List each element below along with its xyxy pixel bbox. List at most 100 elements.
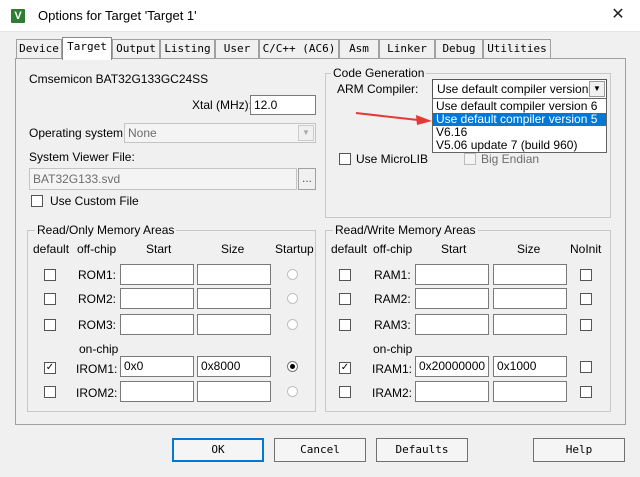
tab-device[interactable]: Device (16, 39, 62, 58)
rom1-label: ROM1: (78, 268, 117, 282)
ram1-label: RAM1: (374, 268, 411, 282)
custom-file-checkbox[interactable] (31, 195, 43, 207)
irom1-default-checkbox[interactable]: ✓ (44, 362, 56, 374)
irom1-size-input[interactable]: 0x8000 (197, 356, 271, 377)
cancel-button[interactable]: Cancel (274, 438, 366, 462)
irom1-label: IROM1: (76, 362, 118, 376)
iram1-label: IRAM1: (372, 362, 413, 376)
iram2-size-input[interactable] (493, 381, 567, 402)
svd-browse-button[interactable]: ... (298, 168, 316, 190)
ro-header-default: default (33, 242, 70, 256)
rom3-size-input[interactable] (197, 314, 271, 335)
irom2-startup-radio[interactable] (287, 386, 298, 397)
compiler-option-v5-06[interactable]: V5.06 update 7 (build 960) (433, 139, 606, 152)
ro-header-size: Size (221, 242, 245, 256)
ro-memory-title: Read/Only Memory Areas (35, 223, 177, 237)
tab-listing[interactable]: Listing (160, 39, 215, 58)
os-value: None (128, 126, 157, 140)
title-bar: V Options for Target 'Target 1' ✕ (0, 0, 640, 32)
chevron-down-icon: ▼ (298, 125, 314, 141)
iram1-size-input[interactable]: 0x1000 (493, 356, 567, 377)
arm-compiler-label: ARM Compiler: (337, 82, 419, 96)
arm-compiler-value: Use default compiler version 6 (437, 82, 599, 96)
ram2-default-checkbox[interactable] (339, 293, 351, 305)
tab-cpp[interactable]: C/C++ (AC6) (259, 39, 339, 58)
ro-header-start: Start (146, 242, 172, 256)
ram2-noinit-checkbox[interactable] (580, 293, 592, 305)
close-icon[interactable]: ✕ (606, 4, 630, 26)
ram1-size-input[interactable] (493, 264, 567, 285)
rom1-default-checkbox[interactable] (44, 269, 56, 281)
irom2-start-input[interactable] (120, 381, 194, 402)
rw-header-noinit: NoInit (570, 242, 602, 256)
ro-header-startup: Startup (275, 242, 314, 256)
ram3-label: RAM3: (374, 318, 411, 332)
ram3-size-input[interactable] (493, 314, 567, 335)
irom1-start-input[interactable]: 0x0 (120, 356, 194, 377)
iram1-start-input[interactable]: 0x20000000 (415, 356, 489, 377)
rom2-size-input[interactable] (197, 288, 271, 309)
big-endian-checkbox[interactable] (464, 153, 476, 165)
defaults-button[interactable]: Defaults (376, 438, 468, 462)
iram2-default-checkbox[interactable] (339, 386, 351, 398)
ram1-start-input[interactable] (415, 264, 489, 285)
ro-onchip-label: on-chip (79, 342, 119, 356)
tab-user[interactable]: User (215, 39, 259, 58)
irom2-label: IROM2: (76, 386, 118, 400)
rw-header-offchip: off-chip (373, 242, 413, 256)
arm-compiler-select[interactable]: Use default compiler version 6 ▼ (432, 79, 607, 99)
tab-asm[interactable]: Asm (339, 39, 379, 58)
rom2-startup-radio[interactable] (287, 293, 298, 304)
iram2-noinit-checkbox[interactable] (580, 386, 592, 398)
device-name: Cmsemicon BAT32G133GC24SS (29, 72, 209, 86)
ram2-size-input[interactable] (493, 288, 567, 309)
irom1-startup-radio[interactable] (287, 361, 298, 372)
tab-linker[interactable]: Linker (379, 39, 435, 58)
rom1-start-input[interactable] (120, 264, 194, 285)
rom2-label: ROM2: (78, 292, 117, 306)
ram2-label: RAM2: (374, 292, 411, 306)
ram3-start-input[interactable] (415, 314, 489, 335)
ram2-start-input[interactable] (415, 288, 489, 309)
code-generation-title: Code Generation (331, 66, 427, 80)
tab-output[interactable]: Output (112, 39, 160, 58)
tab-utilities[interactable]: Utilities (483, 39, 551, 58)
svd-label: System Viewer File: (29, 150, 135, 164)
help-button[interactable]: Help (533, 438, 625, 462)
rw-header-start: Start (441, 242, 467, 256)
rom1-size-input[interactable] (197, 264, 271, 285)
os-label: Operating system: (29, 126, 127, 140)
irom2-size-input[interactable] (197, 381, 271, 402)
ro-header-offchip: off-chip (77, 242, 117, 256)
rw-header-default: default (331, 242, 368, 256)
ram3-noinit-checkbox[interactable] (580, 319, 592, 331)
iram2-start-input[interactable] (415, 381, 489, 402)
svd-input[interactable]: BAT32G133.svd (29, 168, 297, 190)
iram1-default-checkbox[interactable]: ✓ (339, 362, 351, 374)
xtal-input[interactable]: 12.0 (250, 95, 316, 115)
ram1-noinit-checkbox[interactable] (580, 269, 592, 281)
rom1-startup-radio[interactable] (287, 269, 298, 280)
custom-file-label: Use Custom File (50, 194, 139, 208)
ram3-default-checkbox[interactable] (339, 319, 351, 331)
rom3-default-checkbox[interactable] (44, 319, 56, 331)
ram1-default-checkbox[interactable] (339, 269, 351, 281)
window-title: Options for Target 'Target 1' (38, 8, 197, 23)
microlib-label: Use MicroLIB (356, 152, 429, 166)
tab-target[interactable]: Target (62, 37, 112, 60)
iram2-label: IRAM2: (372, 386, 413, 400)
rom2-start-input[interactable] (120, 288, 194, 309)
microlib-checkbox[interactable] (339, 153, 351, 165)
rom2-default-checkbox[interactable] (44, 293, 56, 305)
rw-onchip-label: on-chip (373, 342, 413, 356)
xtal-label: Xtal (MHz): (192, 98, 252, 112)
rom3-label: ROM3: (78, 318, 117, 332)
irom2-default-checkbox[interactable] (44, 386, 56, 398)
tab-debug[interactable]: Debug (435, 39, 483, 58)
ok-button[interactable]: OK (172, 438, 264, 462)
iram1-noinit-checkbox[interactable] (580, 361, 592, 373)
rom3-startup-radio[interactable] (287, 319, 298, 330)
rom3-start-input[interactable] (120, 314, 194, 335)
annotation-arrow-icon (355, 112, 432, 125)
os-select[interactable]: None ▼ (124, 123, 316, 143)
